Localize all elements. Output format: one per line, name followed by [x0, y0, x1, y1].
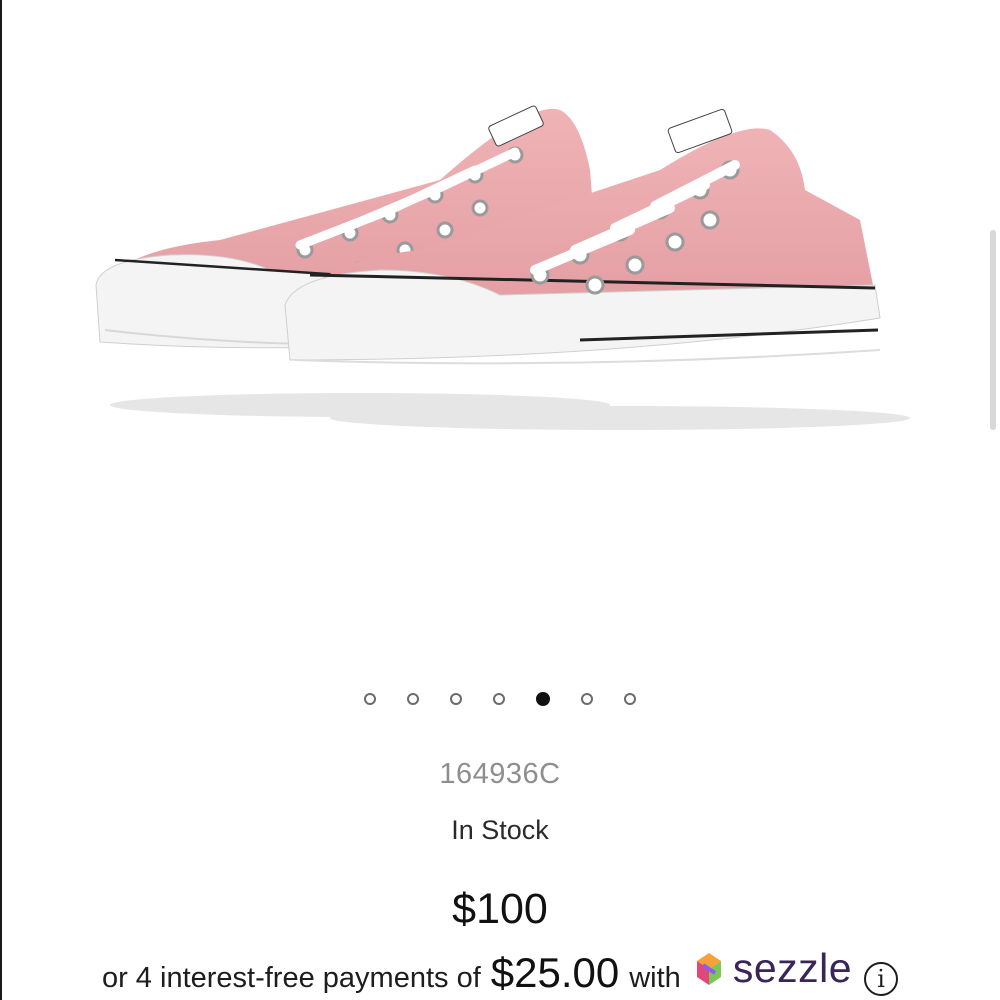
installment-connector: with	[629, 961, 681, 994]
product-image[interactable]	[60, 60, 940, 480]
carousel-dot-1[interactable]	[364, 693, 376, 705]
carousel-dot-3[interactable]	[450, 693, 462, 705]
carousel-dot-2[interactable]	[407, 693, 419, 705]
scrollbar[interactable]	[990, 230, 996, 430]
installment-offer: or 4 interest-free payments of $25.00 wi…	[0, 945, 1000, 996]
sezzle-wordmark: sezzle	[732, 945, 853, 991]
product-price: $100	[452, 885, 548, 933]
sneaker-illustration	[95, 105, 910, 430]
window-edge	[0, 0, 2, 1000]
sezzle-logo-icon	[696, 952, 721, 985]
stock-status: In Stock	[451, 815, 549, 845]
carousel-dot-6[interactable]	[581, 693, 593, 705]
product-sku: 164936C	[439, 758, 561, 790]
installment-amount: $25.00	[490, 948, 620, 996]
info-icon[interactable]: i	[864, 961, 899, 996]
carousel-dot-4[interactable]	[493, 693, 505, 705]
installment-prefix: or 4 interest-free payments of	[101, 961, 481, 994]
carousel-dot-7[interactable]	[624, 693, 636, 705]
carousel-pagination	[0, 689, 1000, 709]
carousel-dot-5-active[interactable]	[536, 692, 550, 706]
sezzle-link[interactable]: sezzle	[691, 945, 852, 992]
